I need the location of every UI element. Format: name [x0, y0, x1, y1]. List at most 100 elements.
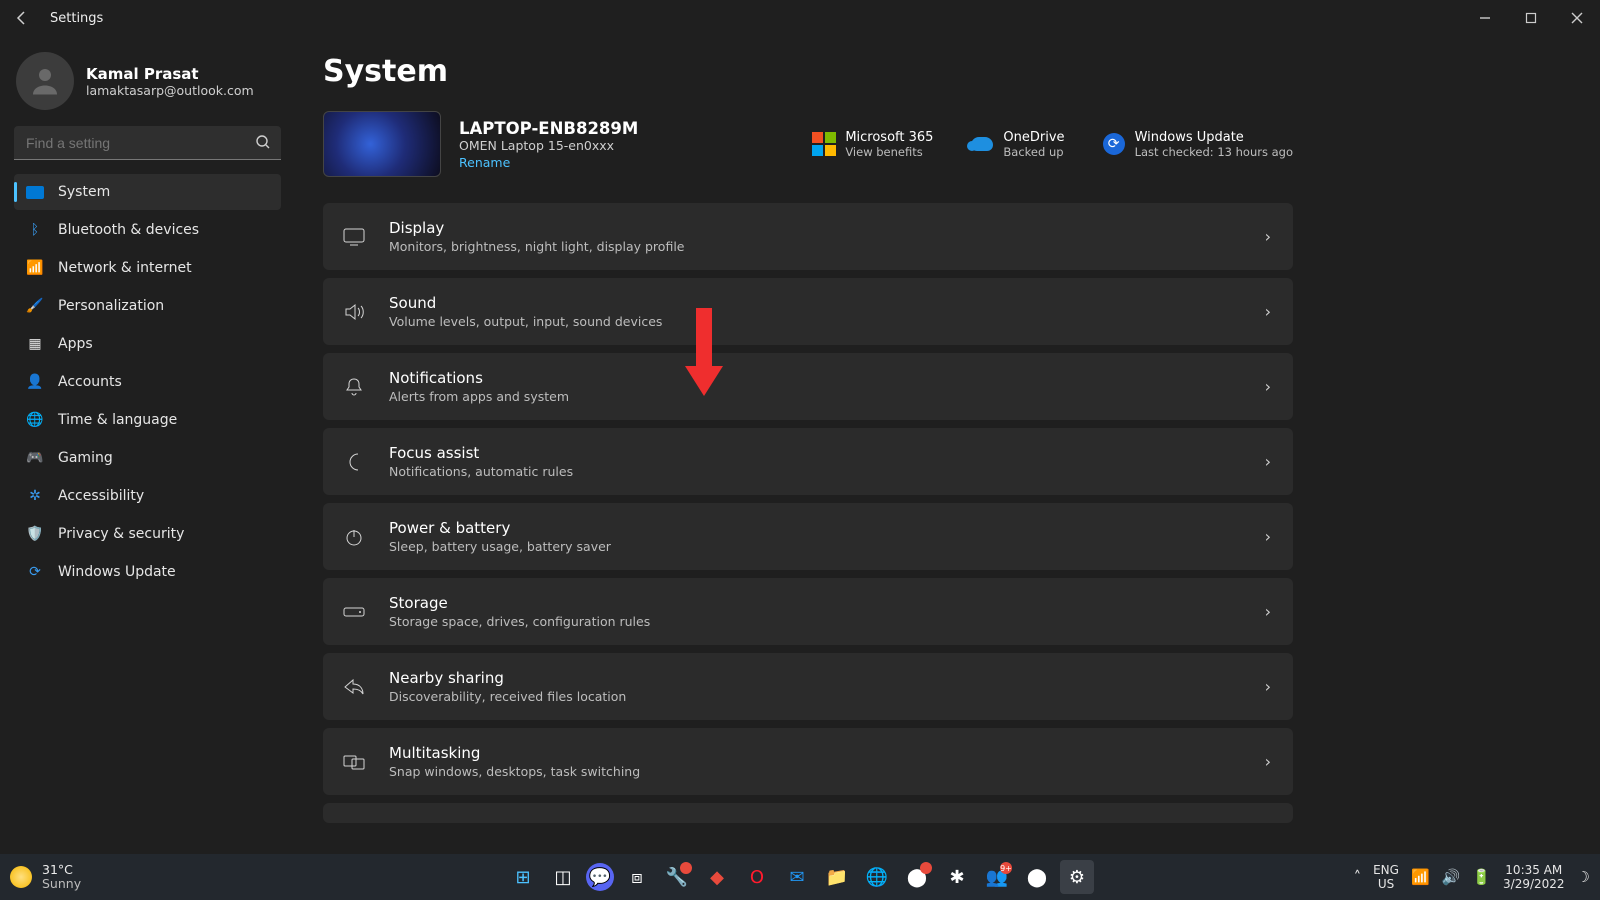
- volume-tray-icon[interactable]: 🔊: [1442, 868, 1461, 886]
- update-circle-icon: ⟳: [1103, 133, 1125, 155]
- nav-label: Apps: [58, 336, 93, 352]
- task-view-icon[interactable]: ◫: [546, 860, 580, 894]
- search-icon: [255, 134, 271, 150]
- nav-privacy[interactable]: 🛡️ Privacy & security: [14, 516, 281, 552]
- start-button[interactable]: ⊞: [506, 860, 540, 894]
- rename-link[interactable]: Rename: [459, 155, 638, 170]
- brush-icon: 🖌️: [26, 298, 44, 314]
- minimize-button[interactable]: [1462, 0, 1508, 36]
- dropbox-icon[interactable]: ⧈: [620, 860, 654, 894]
- card-sub: Discoverability, received files location: [389, 689, 626, 704]
- chrome-icon-2[interactable]: ⬤: [1020, 860, 1054, 894]
- card-sub: Notifications, automatic rules: [389, 464, 573, 479]
- card-title: Nearby sharing: [389, 669, 626, 687]
- nav-network[interactable]: 📶 Network & internet: [14, 250, 281, 286]
- multitasking-icon: [341, 753, 367, 771]
- card-display[interactable]: DisplayMonitors, brightness, night light…: [323, 203, 1293, 270]
- close-button[interactable]: [1554, 0, 1600, 36]
- tile-onedrive[interactable]: OneDrive Backed up: [971, 130, 1064, 159]
- language-indicator[interactable]: ENG US: [1373, 863, 1399, 892]
- nav-label: System: [58, 184, 110, 200]
- device-card[interactable]: LAPTOP-ENB8289M OMEN Laptop 15-en0xxx Re…: [323, 111, 638, 177]
- maximize-button[interactable]: [1508, 0, 1554, 36]
- nav-label: Bluetooth & devices: [58, 222, 199, 238]
- slack-icon[interactable]: ✱: [940, 860, 974, 894]
- chevron-right-icon: ›: [1265, 377, 1271, 396]
- card-notifications[interactable]: NotificationsAlerts from apps and system…: [323, 353, 1293, 420]
- device-thumbnail: [323, 111, 441, 177]
- search-box[interactable]: [14, 126, 281, 160]
- nav-accessibility[interactable]: ✲ Accessibility: [14, 478, 281, 514]
- moon-icon: [341, 452, 367, 472]
- device-name: LAPTOP-ENB8289M: [459, 119, 638, 138]
- bluetooth-icon: ᛒ: [26, 222, 44, 238]
- card-focus-assist[interactable]: Focus assist Notifications, automatic rul…: [323, 428, 1293, 495]
- battery-tray-icon[interactable]: 🔋: [1472, 868, 1491, 886]
- nav-gaming[interactable]: 🎮 Gaming: [14, 440, 281, 476]
- clock[interactable]: 10:35 AM 3/29/2022: [1503, 863, 1565, 892]
- nav-personalization[interactable]: 🖌️ Personalization: [14, 288, 281, 324]
- chat-icon[interactable]: 💬: [586, 863, 614, 891]
- card-sub: Snap windows, desktops, task switching: [389, 764, 640, 779]
- titlebar: Settings: [0, 0, 1600, 36]
- onedrive-icon: [971, 133, 993, 155]
- card-title: Multitasking: [389, 744, 640, 762]
- microsoft-icon: [813, 133, 835, 155]
- focus-tray-icon[interactable]: ☽: [1577, 868, 1590, 886]
- discord-icon[interactable]: 👥9+: [980, 860, 1014, 894]
- card-storage[interactable]: StorageStorage space, drives, configurat…: [323, 578, 1293, 645]
- app-red-icon[interactable]: ◆: [700, 860, 734, 894]
- weather-cond: Sunny: [42, 877, 81, 891]
- edge-icon[interactable]: 🌐: [860, 860, 894, 894]
- settings-taskbar-icon[interactable]: ⚙: [1060, 860, 1094, 894]
- card-power-battery[interactable]: Power & battery Sleep, battery usage, bat…: [323, 503, 1293, 570]
- gaming-icon: 🎮: [26, 450, 44, 466]
- nav-label: Gaming: [58, 450, 113, 466]
- card-sub: Volume levels, output, input, sound devi…: [389, 314, 662, 329]
- nav-apps[interactable]: ▦ Apps: [14, 326, 281, 362]
- explorer-icon[interactable]: 📁: [820, 860, 854, 894]
- nav-system[interactable]: System: [14, 174, 281, 210]
- system-tray: ˄ ENG US 📶 🔊 🔋 10:35 AM 3/29/2022 ☽: [1354, 863, 1590, 892]
- nav-label: Time & language: [58, 412, 177, 428]
- tile-microsoft-365[interactable]: Microsoft 365 View benefits: [813, 130, 933, 159]
- card-title: Power & battery: [389, 519, 611, 537]
- mail-icon[interactable]: ✉: [780, 860, 814, 894]
- card-multitasking[interactable]: Multitasking Snap windows, desktops, task…: [323, 728, 1293, 795]
- tile-label: Microsoft 365: [845, 130, 933, 145]
- tray-chevron-up-icon[interactable]: ˄: [1354, 868, 1362, 886]
- chrome-icon-1[interactable]: ⬤: [900, 860, 934, 894]
- search-input[interactable]: [14, 126, 281, 160]
- steam-icon[interactable]: 🔧: [660, 860, 694, 894]
- card-title: Storage: [389, 594, 650, 612]
- card-partial-next[interactable]: [323, 803, 1293, 823]
- profile-email: lamaktasarp@outlook.com: [86, 83, 254, 98]
- profile-block[interactable]: Kamal Prasat lamaktasarp@outlook.com: [14, 48, 281, 126]
- card-sub: Sleep, battery usage, battery saver: [389, 539, 611, 554]
- profile-name: Kamal Prasat: [86, 65, 254, 83]
- chevron-right-icon: ›: [1265, 602, 1271, 621]
- sound-icon: [341, 303, 367, 321]
- opera-icon[interactable]: O: [740, 860, 774, 894]
- card-title: Focus assist: [389, 444, 573, 462]
- person-icon: 👤: [26, 374, 44, 390]
- card-sound[interactable]: SoundVolume levels, output, input, sound…: [323, 278, 1293, 345]
- weather-temp: 31°C: [42, 863, 81, 877]
- nav-bluetooth[interactable]: ᛒ Bluetooth & devices: [14, 212, 281, 248]
- chevron-right-icon: ›: [1265, 227, 1271, 246]
- chevron-right-icon: ›: [1265, 677, 1271, 696]
- card-sub: Monitors, brightness, night light, displ…: [389, 239, 684, 254]
- tile-windows-update[interactable]: ⟳ Windows Update Last checked: 13 hours …: [1103, 130, 1293, 159]
- system-icon: [26, 186, 44, 199]
- weather-widget[interactable]: 31°C Sunny: [10, 863, 81, 892]
- wifi-tray-icon[interactable]: 📶: [1411, 868, 1430, 886]
- nav-windows-update[interactable]: ⟳ Windows Update: [14, 554, 281, 590]
- back-button[interactable]: [8, 4, 36, 32]
- card-nearby-sharing[interactable]: Nearby sharing Discoverability, received …: [323, 653, 1293, 720]
- bell-icon: [341, 377, 367, 397]
- nav-time-language[interactable]: 🌐 Time & language: [14, 402, 281, 438]
- power-icon: [341, 527, 367, 547]
- tile-sub: View benefits: [845, 145, 933, 159]
- nav-accounts[interactable]: 👤 Accounts: [14, 364, 281, 400]
- card-sub: Alerts from apps and system: [389, 389, 569, 404]
